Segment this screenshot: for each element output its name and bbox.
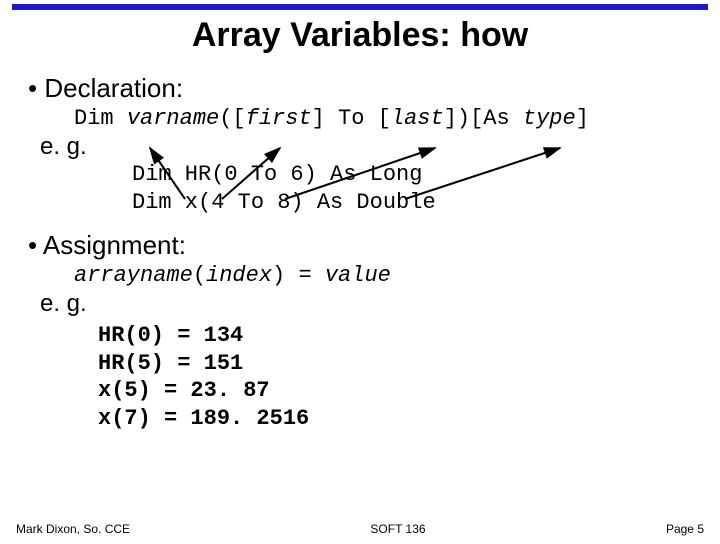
code-line: HR(5) = 151	[98, 350, 692, 378]
footer-page: Page 5	[666, 522, 704, 536]
code-line: Dim x(4 To 8) As Double	[132, 189, 692, 217]
example-label-2: e. g.	[28, 290, 692, 318]
code-line: HR(0) = 134	[98, 322, 692, 350]
code-line: Dim HR(0 To 6) As Long	[132, 161, 692, 189]
example-label-1: e. g.	[28, 133, 692, 161]
footer-author: Mark Dixon, So. CCE	[16, 522, 130, 536]
slide-title: Array Variables: how	[0, 16, 720, 55]
slide-footer: Mark Dixon, So. CCE SOFT 136 Page 5	[0, 522, 720, 536]
header-rule	[12, 4, 708, 10]
code-line: x(7) = 189. 2516	[98, 405, 692, 433]
footer-course: SOFT 136	[130, 522, 666, 536]
declaration-syntax: Dim varname([first] To [last])[As type]	[28, 106, 692, 131]
assignment-syntax: arrayname(index) = value	[28, 263, 692, 288]
slide-content: • Declaration: Dim varname([first] To [l…	[0, 55, 720, 432]
code-line: x(5) = 23. 87	[98, 377, 692, 405]
assignment-example: HR(0) = 134 HR(5) = 151 x(5) = 23. 87 x(…	[28, 322, 692, 432]
section-declaration: • Declaration:	[28, 73, 692, 104]
section-assignment: • Assignment:	[28, 230, 692, 261]
declaration-example: Dim HR(0 To 6) As Long Dim x(4 To 8) As …	[28, 161, 692, 216]
